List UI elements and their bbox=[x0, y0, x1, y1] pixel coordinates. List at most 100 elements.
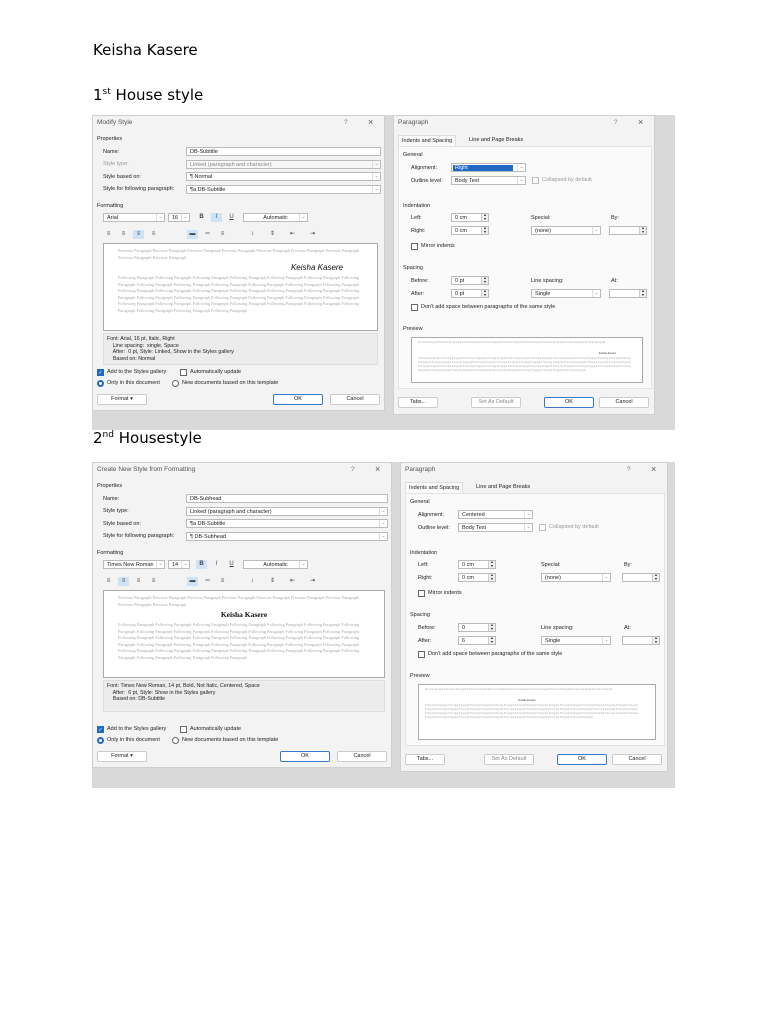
font-color-select[interactable]: Automatic ⌄ bbox=[243, 213, 308, 222]
alignment-select[interactable]: Right ⌄ bbox=[451, 163, 526, 172]
at-input[interactable]: ▲ ▼ bbox=[609, 289, 647, 298]
single-spacing-icon[interactable]: ▬ bbox=[187, 577, 198, 586]
decrease-spacing-icon[interactable]: ⇕ bbox=[267, 577, 278, 586]
only-this-document-radio[interactable] bbox=[97, 380, 104, 387]
chevron-down-icon[interactable]: ⌄ bbox=[379, 532, 387, 540]
tab-indents-and-spacing[interactable]: Indents and Spacing bbox=[398, 135, 457, 146]
spinner-arrows-icon[interactable]: ▲ ▼ bbox=[652, 637, 659, 644]
font-select[interactable]: Arial ⌄ bbox=[103, 213, 165, 222]
cancel-button[interactable]: Cancel bbox=[337, 751, 387, 762]
style-following-field[interactable]: ¶ DB-Subhead ⌄ bbox=[186, 531, 388, 541]
spinner-arrows-icon[interactable]: ▲ ▼ bbox=[488, 624, 495, 631]
align-right-icon[interactable]: ≡ bbox=[133, 577, 144, 586]
new-documents-radio[interactable] bbox=[172, 380, 179, 387]
close-button[interactable]: × bbox=[368, 117, 373, 127]
chevron-down-icon[interactable]: ⌄ bbox=[602, 574, 610, 581]
only-this-document-radio[interactable] bbox=[97, 737, 104, 744]
close-button[interactable]: × bbox=[651, 464, 656, 474]
spinner-arrows-icon[interactable]: ▲ ▼ bbox=[481, 227, 488, 234]
spinner-arrows-icon[interactable]: ▲ ▼ bbox=[652, 574, 659, 581]
outline-level-select[interactable]: Body Text ⌄ bbox=[458, 523, 533, 532]
tab-line-and-page-breaks[interactable]: Line and Page Breaks bbox=[466, 135, 526, 146]
increase-indent-icon[interactable]: ⇥ bbox=[307, 577, 318, 586]
close-button[interactable]: × bbox=[375, 464, 380, 474]
chevron-down-icon[interactable]: ⌄ bbox=[524, 511, 532, 518]
chevron-down-icon[interactable]: ⌄ bbox=[517, 164, 525, 171]
align-left-icon[interactable]: ≡ bbox=[103, 577, 114, 586]
one-half-spacing-icon[interactable]: ═ bbox=[202, 577, 213, 586]
ok-button[interactable]: OK bbox=[273, 394, 323, 405]
font-color-select[interactable]: Automatic ⌄ bbox=[243, 560, 308, 569]
ok-button[interactable]: OK bbox=[280, 751, 330, 762]
chevron-down-icon[interactable]: ⌄ bbox=[602, 637, 610, 644]
italic-button[interactable]: I bbox=[211, 560, 222, 569]
alignment-select[interactable]: Centered ⌄ bbox=[458, 510, 533, 519]
font-size-select[interactable]: 16 ⌄ bbox=[168, 213, 190, 222]
help-button[interactable]: ? bbox=[614, 119, 618, 126]
font-size-select[interactable]: 14 ⌄ bbox=[168, 560, 190, 569]
chevron-down-icon[interactable]: ⌄ bbox=[156, 561, 164, 568]
one-half-spacing-icon[interactable]: ═ bbox=[202, 230, 213, 239]
increase-indent-icon[interactable]: ⇥ bbox=[307, 230, 318, 239]
align-left-icon[interactable]: ≡ bbox=[103, 230, 114, 239]
align-right-icon[interactable]: ≡ bbox=[133, 230, 144, 239]
spinner-arrows-icon[interactable]: ▲ ▼ bbox=[488, 637, 495, 644]
style-type-field[interactable]: Linked (paragraph and character) ⌄ bbox=[186, 159, 381, 169]
spinner-arrows-icon[interactable]: ▲ ▼ bbox=[488, 574, 495, 581]
spinner-arrows-icon[interactable]: ▲ ▼ bbox=[639, 290, 646, 297]
align-justify-icon[interactable]: ≡ bbox=[148, 577, 159, 586]
mirror-indents-checkbox[interactable] bbox=[418, 590, 425, 597]
decrease-spacing-icon[interactable]: ⇕ bbox=[267, 230, 278, 239]
dont-add-space-checkbox[interactable] bbox=[418, 651, 425, 658]
outline-level-select[interactable]: Body Text ⌄ bbox=[451, 176, 526, 185]
align-center-icon[interactable]: ≡ bbox=[118, 230, 129, 239]
chevron-down-icon[interactable]: ⌄ bbox=[592, 227, 600, 234]
right-indent-input[interactable]: 0 cm ▲ ▼ bbox=[451, 226, 489, 235]
right-indent-input[interactable]: 0 cm ▲ ▼ bbox=[458, 573, 496, 582]
increase-spacing-icon[interactable]: ↕ bbox=[247, 230, 258, 239]
close-button[interactable]: × bbox=[638, 117, 643, 127]
help-button[interactable]: ? bbox=[344, 119, 348, 126]
style-based-field[interactable]: ¶ Normal ⌄ bbox=[186, 172, 381, 181]
style-following-field[interactable]: ¶a DB-Subtitle ⌄ bbox=[186, 184, 381, 194]
bold-button[interactable]: B bbox=[196, 560, 207, 569]
style-name-field[interactable]: DB-Subhead bbox=[186, 494, 388, 503]
set-as-default-button[interactable]: Set As Default bbox=[471, 397, 521, 408]
format-button[interactable]: Format ▾ bbox=[97, 751, 147, 762]
decrease-indent-icon[interactable]: ⇤ bbox=[287, 577, 298, 586]
increase-spacing-icon[interactable]: ↕ bbox=[247, 577, 258, 586]
chevron-down-icon[interactable]: ⌄ bbox=[181, 561, 189, 568]
left-indent-input[interactable]: 0 cm ▲ ▼ bbox=[451, 213, 489, 222]
new-documents-radio[interactable] bbox=[172, 737, 179, 744]
chevron-down-icon[interactable]: ⌄ bbox=[524, 524, 532, 531]
before-input[interactable]: 0 pt ▲ ▼ bbox=[451, 276, 489, 285]
tab-line-and-page-breaks[interactable]: Line and Page Breaks bbox=[473, 482, 533, 493]
chevron-down-icon[interactable]: ⌄ bbox=[372, 160, 380, 168]
add-to-gallery-checkbox[interactable]: ✓ bbox=[97, 369, 104, 376]
double-spacing-icon[interactable]: ≡ bbox=[217, 577, 228, 586]
after-input[interactable]: 6 ▲ ▼ bbox=[458, 636, 496, 645]
chevron-down-icon[interactable]: ⌄ bbox=[592, 290, 600, 297]
format-button[interactable]: Format ▾ bbox=[97, 394, 147, 405]
chevron-down-icon[interactable]: ⌄ bbox=[299, 214, 307, 221]
chevron-down-icon[interactable]: ⌄ bbox=[372, 185, 380, 193]
chevron-down-icon[interactable]: ⌄ bbox=[379, 507, 387, 515]
spinner-arrows-icon[interactable]: ▲ ▼ bbox=[481, 290, 488, 297]
chevron-down-icon[interactable]: ⌄ bbox=[181, 214, 189, 221]
spinner-arrows-icon[interactable]: ▲ ▼ bbox=[488, 561, 495, 568]
underline-button[interactable]: U bbox=[226, 213, 237, 222]
align-center-icon[interactable]: ≡ bbox=[118, 577, 129, 586]
auto-update-checkbox[interactable] bbox=[180, 369, 187, 376]
style-name-field[interactable]: DB-Subtitle bbox=[186, 147, 381, 156]
cancel-button[interactable]: Cancel bbox=[612, 754, 662, 765]
left-indent-input[interactable]: 0 cm ▲ ▼ bbox=[458, 560, 496, 569]
chevron-down-icon[interactable]: ⌄ bbox=[379, 520, 387, 527]
spinner-arrows-icon[interactable]: ▲ ▼ bbox=[481, 277, 488, 284]
italic-button[interactable]: I bbox=[211, 213, 222, 222]
font-select[interactable]: Times New Roman ⌄ bbox=[103, 560, 165, 569]
ok-button[interactable]: OK bbox=[544, 397, 594, 408]
tab-indents-and-spacing[interactable]: Indents and Spacing bbox=[405, 482, 464, 493]
spinner-arrows-icon[interactable]: ▲ ▼ bbox=[639, 227, 646, 234]
help-button[interactable]: ? bbox=[351, 466, 355, 473]
align-justify-icon[interactable]: ≡ bbox=[148, 230, 159, 239]
